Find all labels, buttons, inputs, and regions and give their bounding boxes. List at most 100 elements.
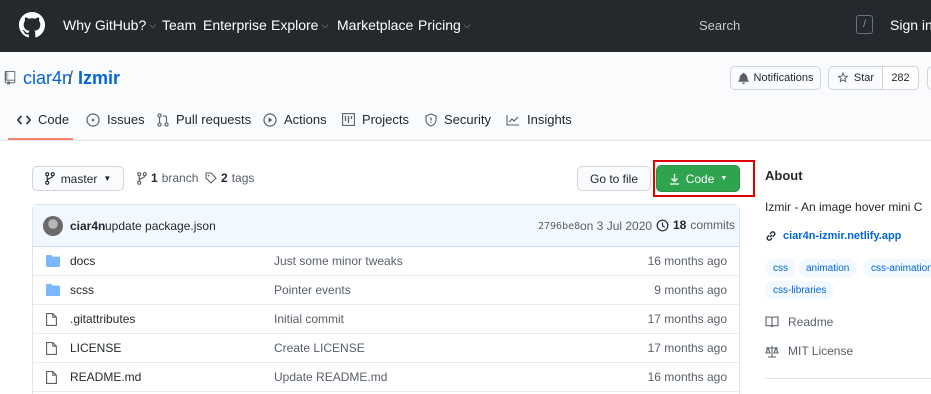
tab-label: Projects [362,112,409,127]
commits-label: commits [690,218,736,232]
sidebar-divider [765,378,931,379]
branches-count: 1 [151,171,158,185]
repo-owner-link[interactable]: ciar4n [23,68,72,89]
latest-commit-row: ciar4n update package.json 2796be8 on 3 … [33,205,739,247]
topic-tag[interactable]: css [765,259,796,277]
project-icon [342,113,355,126]
file-commit-message-link[interactable]: Create LICENSE [274,341,365,355]
nav-team[interactable]: Team [162,17,196,33]
file-name-link[interactable]: .gitattributes [70,312,135,326]
selected-tab-indicator [8,138,73,140]
tab-security[interactable]: Security [425,112,491,127]
pull-request-icon [157,112,169,127]
topic-tag[interactable]: animation [798,259,858,277]
commits-history-link[interactable]: 18 commits [656,218,735,232]
notifications-label: Notifications [753,72,814,84]
commit-message-link[interactable]: update package.json [105,219,216,233]
file-list: ciar4n update package.json 2796be8 on 3 … [32,204,740,394]
file-name-link[interactable]: LICENSE [70,341,121,355]
caret-down-icon: ▼ [103,174,112,183]
tab-actions[interactable]: Actions [263,112,327,127]
nav-enterprise[interactable]: Enterprise [203,17,267,33]
readme-label: Readme [788,315,834,329]
history-icon [656,219,669,231]
play-icon [263,112,277,127]
topic-tag[interactable]: css-libraries [765,281,835,299]
nav-why-github[interactable]: Why GitHub? ⌵ [63,17,156,33]
file-row[interactable]: README.md Update README.md 16 months ago [33,363,739,392]
stargazers-count[interactable]: 282 [882,66,919,90]
link-icon [766,231,776,241]
star-label: Star [853,72,875,84]
graph-icon [506,114,519,126]
file-name-link[interactable]: README.md [70,370,141,384]
tab-issues[interactable]: Issues [86,112,145,127]
file-row[interactable]: docs Just some minor tweaks 16 months ag… [33,247,739,276]
license-label: MIT License [788,344,854,358]
repo-icon [4,71,16,85]
tab-label: Insights [527,112,572,127]
file-name-link[interactable]: scss [70,283,94,297]
file-row[interactable]: LICENSE Create LICENSE 17 months ago [33,334,739,363]
tags-count: 2 [221,171,228,185]
license-link[interactable]: MIT License [765,344,853,358]
nav-pricing[interactable]: Pricing ⌵ [418,17,471,33]
shield-icon [425,112,437,127]
bell-icon [737,72,749,84]
commit-date: on 3 Jul 2020 [580,219,653,233]
issue-icon [86,112,100,127]
tab-insights[interactable]: Insights [506,112,572,127]
website-label: ciar4n-izmir.netlify.app [783,230,902,242]
branch-label: master [60,171,98,186]
commits-count: 18 [673,218,687,232]
nav-marketplace[interactable]: Marketplace [337,17,413,33]
file-commit-message-link[interactable]: Pointer events [274,283,351,297]
file-row[interactable]: .gitattributes Initial commit 17 months … [33,305,739,334]
file-commit-message-link[interactable]: Update README.md [274,370,387,384]
branch-icon [44,172,55,185]
tags-link[interactable]: 2 tags [205,171,254,185]
file-row[interactable]: scss Pointer events 9 months ago [33,276,739,305]
branch-select-button[interactable]: master ▼ [32,166,124,191]
file-age: 9 months ago [654,283,727,297]
tab-pull-requests[interactable]: Pull requests [157,112,251,127]
nav-explore[interactable]: Explore ⌵ [271,17,328,33]
repo-name-link[interactable]: Izmir [78,68,120,89]
branches-label: branch [161,171,199,185]
file-commit-message-link[interactable]: Initial commit [274,312,344,326]
tab-label: Actions [284,112,327,127]
chevron-down-icon: ⌵ [149,20,157,30]
readme-link[interactable]: Readme [765,315,833,329]
github-logo-icon[interactable] [19,12,45,38]
star-button[interactable]: Star [828,66,883,90]
file-age: 16 months ago [647,254,727,268]
star-icon [837,72,849,83]
folder-icon [46,284,60,296]
branches-link[interactable]: 1 branch [137,171,198,185]
repo-path-separator: / [68,68,74,88]
avatar[interactable] [43,216,63,236]
tab-projects[interactable]: Projects [342,112,409,127]
highlight-box [653,160,755,197]
website-link[interactable]: ciar4n-izmir.netlify.app [765,230,901,242]
file-age: 17 months ago [647,341,727,355]
file-commit-message-link[interactable]: Just some minor tweaks [274,254,403,268]
file-icon [46,313,57,326]
sign-in-link[interactable]: Sign in [890,17,931,33]
tab-label: Issues [107,112,145,127]
topic-tag[interactable]: css-animation [863,259,931,277]
go-to-file-button[interactable]: Go to file [577,166,651,191]
notifications-button[interactable]: Notifications [730,66,821,90]
fork-button[interactable] [927,66,931,90]
search-shortcut-key: / [856,15,873,34]
commit-sha-link[interactable]: 2796be8 [538,221,580,232]
search-input[interactable]: Search [683,11,879,39]
branch-icon [137,171,147,185]
commit-author-link[interactable]: ciar4n [70,219,105,233]
folder-icon [46,255,60,267]
file-name-link[interactable]: docs [70,254,95,268]
tab-code[interactable]: Code [17,112,69,127]
tab-label: Code [38,112,70,127]
repo-header: ciar4n / Izmir Notifications Star 282 Co… [0,52,931,141]
repo-description: Izmir - An image hover mini C [765,200,923,214]
